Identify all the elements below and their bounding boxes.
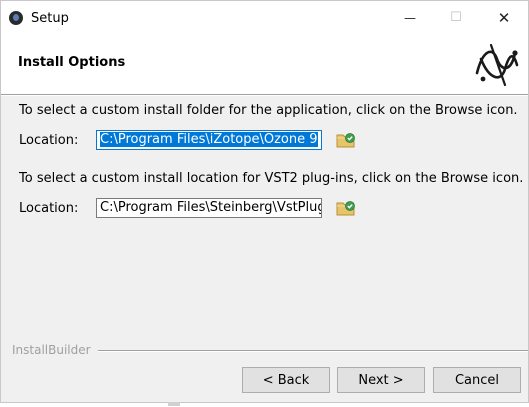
back-button[interactable]: < Back: [242, 367, 330, 393]
vst2-folder-label: Location:: [19, 201, 79, 216]
vst2-folder-input[interactable]: C:\Program Files\Steinberg\VstPlugins: [96, 198, 322, 218]
next-button[interactable]: Next >: [337, 367, 425, 393]
vst2-folder-value: C:\Program Files\Steinberg\VstPlugins: [100, 200, 322, 215]
background-window-edge: [168, 402, 180, 406]
window-title: Setup: [31, 11, 69, 26]
close-button[interactable]: ✕: [481, 1, 527, 34]
minimize-icon: —: [404, 10, 416, 25]
setup-window: Setup — ☐ ✕ Install Options To select a …: [0, 0, 529, 403]
vst2-folder-browse-icon[interactable]: [336, 199, 356, 217]
close-icon: ✕: [497, 8, 511, 27]
app-folder-browse-icon[interactable]: [336, 131, 356, 149]
page-title: Install Options: [18, 55, 126, 70]
maximize-icon: ☐: [450, 10, 462, 25]
maximize-button: ☐: [433, 1, 479, 34]
app-folder-value: C:\Program Files\iZotope\Ozone 9: [100, 132, 318, 147]
installbuilder-brand: InstallBuilder: [12, 343, 91, 357]
app-folder-description: To select a custom install folder for th…: [19, 103, 518, 118]
app-icon: [9, 11, 23, 25]
header-divider-highlight: [1, 95, 528, 96]
cancel-button[interactable]: Cancel: [433, 367, 521, 393]
app-folder-label: Location:: [19, 133, 79, 148]
title-bar[interactable]: Setup — ☐ ✕: [1, 1, 528, 34]
page-header: Install Options: [1, 34, 528, 94]
izotope-logo-icon: [475, 43, 519, 87]
vst2-folder-description: To select a custom install location for …: [19, 171, 524, 186]
footer-divider-highlight: [98, 351, 528, 352]
app-folder-input[interactable]: C:\Program Files\iZotope\Ozone 9: [96, 130, 322, 150]
minimize-button[interactable]: —: [387, 1, 433, 34]
